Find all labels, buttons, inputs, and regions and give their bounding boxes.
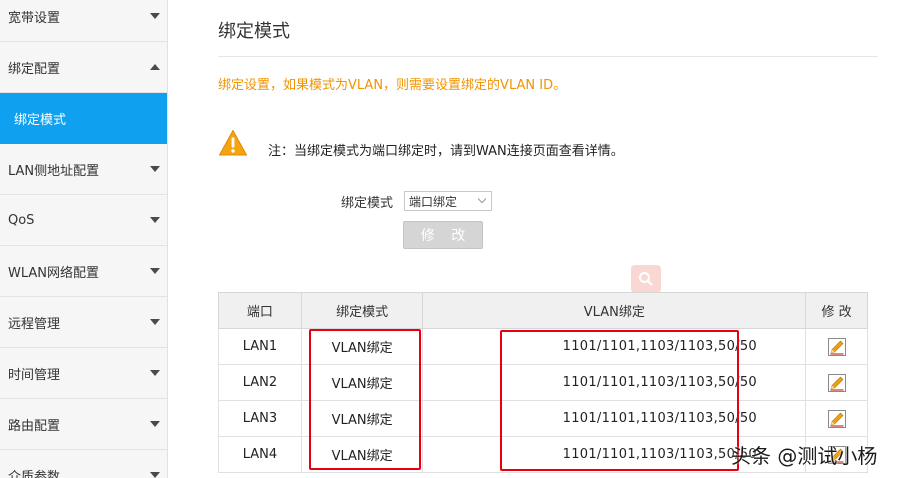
chevron-down-icon <box>150 217 160 223</box>
chevron-down-icon <box>150 370 160 376</box>
sidebar-item-label: 介质参数 <box>8 469 61 478</box>
binding-mode-value: 端口绑定 <box>409 194 458 209</box>
edit-icon[interactable] <box>827 409 846 428</box>
cell-port: LAN2 <box>218 364 302 401</box>
sidebar: 宽带设置 绑定配置 绑定模式 LAN侧地址配置 QoS WLAN网络配置 远程管… <box>0 0 168 478</box>
page-title: 绑定模式 <box>218 21 290 42</box>
column-header-port: 端口 <box>218 292 302 329</box>
cell-port: LAN4 <box>218 436 302 473</box>
note-text: 注：当绑定模式为端口绑定时，请到WAN连接页面查看详情。 <box>268 144 624 159</box>
sidebar-item-label: 绑定配置 <box>8 61 61 77</box>
modify-button[interactable]: 修 改 <box>403 221 483 249</box>
highlight-vlan-column <box>500 330 739 471</box>
warning-triangle-icon <box>219 130 247 156</box>
chevron-up-icon <box>150 64 160 70</box>
hint-text: 绑定设置，如果模式为VLAN，则需要设置绑定的VLAN ID。 <box>218 78 567 93</box>
highlight-mode-column <box>309 329 421 470</box>
cell-port: LAN3 <box>218 400 302 437</box>
sidebar-item-binding-mode[interactable]: 绑定模式 <box>0 93 167 144</box>
cell-modify <box>805 400 868 437</box>
sidebar-item-label: QoS <box>8 212 35 228</box>
sidebar-item-media-params[interactable]: 介质参数 <box>0 450 167 478</box>
binding-mode-select[interactable]: 端口绑定 <box>404 191 492 211</box>
sidebar-item-time-management[interactable]: 时间管理 <box>0 348 167 399</box>
sidebar-item-label: 远程管理 <box>8 316 61 332</box>
sidebar-item-binding-config[interactable]: 绑定配置 <box>0 42 167 93</box>
sidebar-item-qos[interactable]: QoS <box>0 195 167 246</box>
chevron-down-icon <box>150 472 160 478</box>
sidebar-item-label: 宽带设置 <box>8 10 61 26</box>
sidebar-item-label: LAN侧地址配置 <box>8 163 100 179</box>
sidebar-item-lan-address[interactable]: LAN侧地址配置 <box>0 144 167 195</box>
sidebar-item-label: 绑定模式 <box>14 112 67 128</box>
cell-modify <box>805 328 868 365</box>
watermark-text: 头条 @测试小杨 <box>731 444 878 468</box>
column-header-mode: 绑定模式 <box>300 292 424 329</box>
cell-port: LAN1 <box>218 328 302 365</box>
cell-modify <box>805 364 868 401</box>
sidebar-item-wlan[interactable]: WLAN网络配置 <box>0 246 167 297</box>
column-header-modify: 修 改 <box>805 292 868 329</box>
chevron-down-icon <box>150 268 160 274</box>
sidebar-item-remote-management[interactable]: 远程管理 <box>0 297 167 348</box>
sidebar-item-label: 路由配置 <box>8 418 61 434</box>
app-root: 宽带设置 绑定配置 绑定模式 LAN侧地址配置 QoS WLAN网络配置 远程管… <box>0 0 912 478</box>
sidebar-item-label: WLAN网络配置 <box>8 265 100 281</box>
edit-icon[interactable] <box>827 337 846 356</box>
chevron-down-icon <box>477 194 487 204</box>
sidebar-item-routing[interactable]: 路由配置 <box>0 399 167 450</box>
chevron-down-icon <box>150 421 160 427</box>
chevron-down-icon <box>150 13 160 19</box>
edit-icon[interactable] <box>827 373 846 392</box>
table-header-row: 端口 绑定模式 VLAN绑定 修 改 <box>218 292 868 329</box>
chevron-down-icon <box>150 319 160 325</box>
search-icon <box>631 265 661 293</box>
binding-mode-label: 绑定模式 <box>341 196 394 211</box>
divider <box>218 56 878 57</box>
sidebar-item-broadband[interactable]: 宽带设置 <box>0 0 167 42</box>
chevron-down-icon <box>150 166 160 172</box>
sidebar-item-label: 时间管理 <box>8 367 61 383</box>
column-header-vlan: VLAN绑定 <box>422 292 807 329</box>
